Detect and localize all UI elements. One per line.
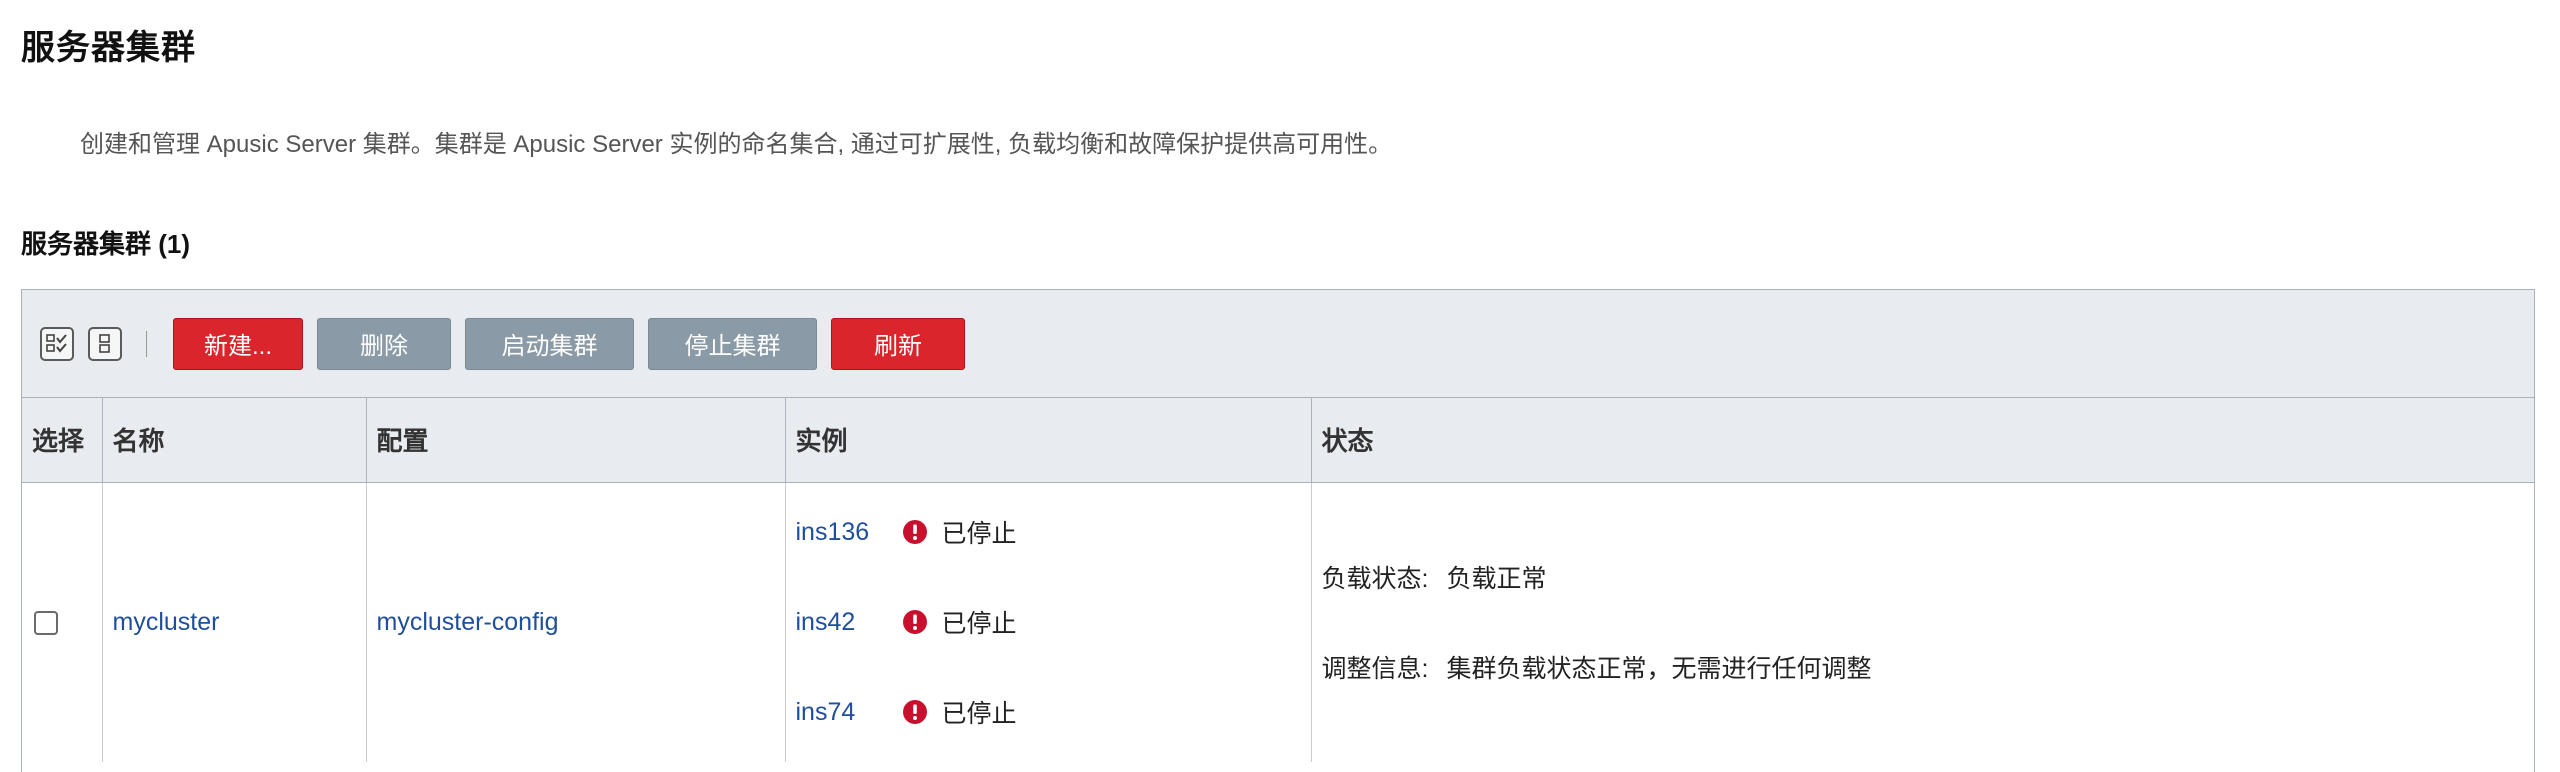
cluster-config-link[interactable]: mycluster-config xyxy=(377,608,559,636)
cluster-table-panel: 新建... 删除 启动集群 停止集群 刷新 选择 名称 配置 实例 状态 myc… xyxy=(21,289,2535,772)
load-status-label: 负载状态: xyxy=(1321,565,1429,594)
instance-item: ins74 已停止 xyxy=(796,667,1311,757)
stop-cluster-button[interactable]: 停止集群 xyxy=(648,317,817,370)
page-title: 服务器集群 xyxy=(21,29,196,67)
config-cell: mycluster-config xyxy=(366,482,786,762)
column-header-instances[interactable]: 实例 xyxy=(785,398,1312,483)
table-row: mycluster mycluster-config ins136 已停止 in… xyxy=(22,482,2534,762)
cluster-name-link[interactable]: mycluster xyxy=(113,608,220,636)
instance-item: ins42 已停止 xyxy=(796,577,1311,667)
table-toolbar: 新建... 删除 启动集群 停止集群 刷新 xyxy=(22,290,2534,398)
error-icon xyxy=(902,700,927,725)
adjust-info-value: 集群负载状态正常，无需进行任何调整 xyxy=(1446,655,1872,684)
load-status-line: 负载状态: 负载正常 xyxy=(1322,532,2535,622)
name-cell: mycluster xyxy=(102,482,367,762)
error-icon xyxy=(902,520,927,545)
instance-status: 已停止 xyxy=(941,520,1017,549)
start-cluster-button[interactable]: 启动集群 xyxy=(465,317,634,370)
delete-button[interactable]: 删除 xyxy=(317,317,451,370)
select-cell xyxy=(22,482,103,762)
select-all-icon[interactable] xyxy=(40,326,74,361)
instance-status: 已停止 xyxy=(941,700,1017,729)
column-header-config[interactable]: 配置 xyxy=(366,398,786,483)
column-header-status[interactable]: 状态 xyxy=(1311,398,2534,483)
refresh-button[interactable]: 刷新 xyxy=(831,317,965,370)
row-checkbox[interactable] xyxy=(34,611,58,636)
adjust-info-line: 调整信息: 集群负载状态正常，无需进行任何调整 xyxy=(1322,622,2535,712)
adjust-info-label: 调整信息: xyxy=(1321,655,1429,684)
status-cell: 负载状态: 负载正常 调整信息: 集群负载状态正常，无需进行任何调整 xyxy=(1311,482,2534,762)
instances-cell: ins136 已停止 ins42 已停止 ins74 已停止 xyxy=(785,482,1312,762)
page-description: 创建和管理 Apusic Server 集群。集群是 Apusic Server… xyxy=(80,131,1393,158)
instance-status: 已停止 xyxy=(941,610,1017,639)
deselect-all-icon[interactable] xyxy=(88,326,122,361)
new-button[interactable]: 新建... xyxy=(173,317,303,370)
instance-item: ins136 已停止 xyxy=(796,487,1311,577)
error-icon xyxy=(902,610,927,635)
table-header-row: 选择 名称 配置 实例 状态 xyxy=(22,398,2534,483)
section-title: 服务器集群 (1) xyxy=(21,229,191,259)
column-header-select[interactable]: 选择 xyxy=(22,398,103,483)
instance-link[interactable]: ins42 xyxy=(796,608,876,637)
load-status-value: 负载正常 xyxy=(1446,565,1547,594)
column-header-name[interactable]: 名称 xyxy=(102,398,367,483)
toolbar-divider xyxy=(146,330,147,357)
instance-link[interactable]: ins136 xyxy=(796,518,876,547)
cluster-table: 选择 名称 配置 实例 状态 mycluster mycluster-confi… xyxy=(22,398,2534,762)
instance-link[interactable]: ins74 xyxy=(796,698,876,727)
